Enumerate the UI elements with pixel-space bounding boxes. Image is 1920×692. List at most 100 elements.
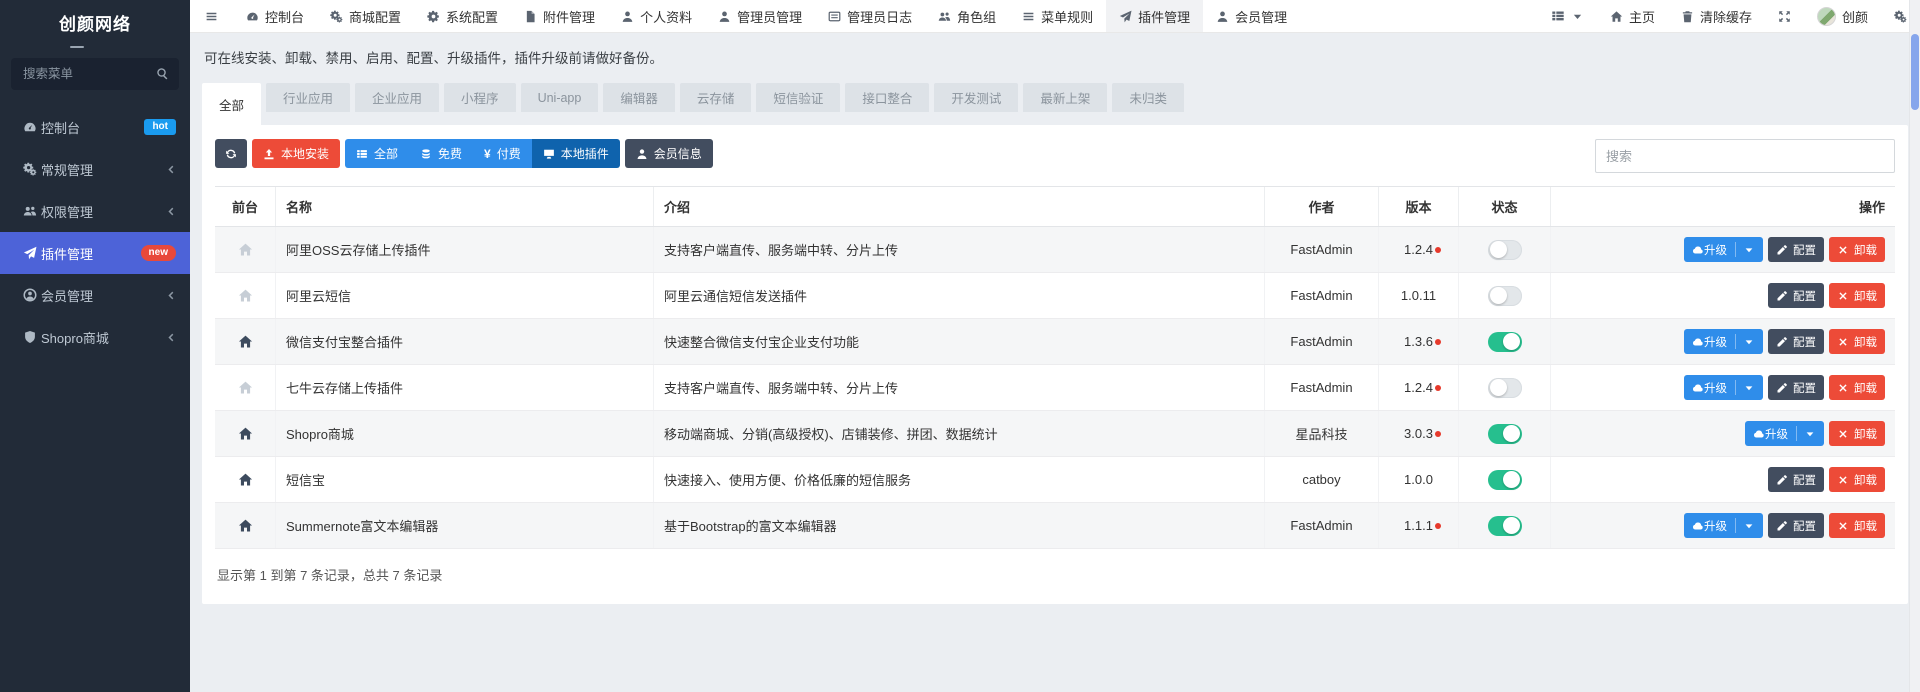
- sidebar-item-dashboard[interactable]: 控制台 hot: [0, 106, 190, 148]
- topnav-item-system-config[interactable]: 系统配置: [414, 0, 511, 32]
- tab-miniapp[interactable]: 小程序: [444, 83, 516, 112]
- topnav-item-mall-config[interactable]: 商城配置: [317, 0, 414, 32]
- tab-all[interactable]: 全部: [202, 83, 262, 125]
- toolbar: 本地安装 全部 免费 ¥ 付费 本地插件 会员信息 搜索: [215, 139, 1895, 173]
- frontend-home-icon[interactable]: [238, 242, 253, 257]
- table-row: Summernote富文本编辑器 基于Bootstrap的富文本编辑器 Fast…: [215, 503, 1895, 549]
- fullscreen-button[interactable]: [1765, 0, 1804, 32]
- tab-newest[interactable]: 最新上架: [1023, 83, 1108, 112]
- pencil-icon: [1776, 520, 1788, 532]
- filter-paid-button[interactable]: ¥ 付费: [473, 139, 532, 168]
- sidebar-item-auth[interactable]: 权限管理: [0, 190, 190, 232]
- topnav-item-admin-log[interactable]: 管理员日志: [815, 0, 925, 32]
- member-info-button[interactable]: 会员信息: [624, 139, 713, 168]
- table-row: 微信支付宝整合插件 快速整合微信支付宝企业支付功能 FastAdmin 1.3.…: [215, 319, 1895, 365]
- scrollbar-thumb[interactable]: [1911, 34, 1919, 110]
- sidebar-item-member[interactable]: 会员管理: [0, 274, 190, 316]
- config-button[interactable]: 配置: [1768, 375, 1824, 400]
- topnav-item-profile[interactable]: 个人资料: [608, 0, 705, 32]
- upgrade-button[interactable]: 升级: [1684, 329, 1763, 354]
- uninstall-button[interactable]: 卸载: [1829, 421, 1885, 446]
- sidebar-item-addon[interactable]: 插件管理 new: [0, 232, 190, 274]
- frontend-home-icon[interactable]: [238, 472, 253, 487]
- upgrade-button[interactable]: 升级: [1684, 237, 1763, 262]
- menu-search-input[interactable]: [11, 58, 179, 90]
- frontend-home-icon[interactable]: [238, 518, 253, 533]
- frontend-home-icon[interactable]: [238, 334, 253, 349]
- tab-dev-test[interactable]: 开发测试: [934, 83, 1019, 112]
- sidebar-toggle-button[interactable]: [190, 0, 233, 32]
- table-header: 前台 名称 介绍 作者 版本 状态 操作: [215, 187, 1895, 227]
- frontend-home-icon[interactable]: [238, 426, 253, 441]
- upgrade-button[interactable]: 升级: [1684, 513, 1763, 538]
- tab-industry[interactable]: 行业应用: [266, 83, 351, 112]
- caret-down-icon: [1743, 336, 1755, 348]
- config-button[interactable]: 配置: [1768, 329, 1824, 354]
- uninstall-button[interactable]: 卸载: [1829, 329, 1885, 354]
- local-install-button[interactable]: 本地安装: [252, 139, 341, 168]
- uninstall-button[interactable]: 卸载: [1829, 375, 1885, 400]
- status-toggle[interactable]: [1487, 285, 1522, 306]
- tab-enterprise[interactable]: 企业应用: [355, 83, 440, 112]
- topnav-item-dashboard[interactable]: 控制台: [233, 0, 317, 32]
- home-link[interactable]: 主页: [1597, 0, 1668, 32]
- frontend-home-icon[interactable]: [238, 288, 253, 303]
- cogs-icon: [19, 162, 41, 176]
- upgrade-label: 升级: [1765, 428, 1788, 441]
- status-toggle[interactable]: [1487, 423, 1522, 444]
- status-toggle[interactable]: [1487, 515, 1522, 536]
- tab-sms-verify[interactable]: 短信验证: [756, 83, 841, 112]
- uninstall-button[interactable]: 卸载: [1829, 283, 1885, 308]
- filter-free-button[interactable]: 免费: [409, 139, 474, 168]
- table-search-input[interactable]: [1595, 139, 1895, 173]
- upgrade-button[interactable]: 升级: [1684, 375, 1763, 400]
- user-icon: [1216, 10, 1229, 23]
- plugin-version: 1.1.1: [1404, 518, 1433, 533]
- status-toggle[interactable]: [1487, 469, 1522, 490]
- plugin-name: Shopro商城: [275, 411, 653, 456]
- topnav-label: 管理员日志: [847, 9, 913, 25]
- sidebar-item-general[interactable]: 常规管理: [0, 148, 190, 190]
- frontend-home-icon[interactable]: [238, 380, 253, 395]
- plugin-version: 1.2.4: [1404, 380, 1433, 395]
- topnav-item-attachment[interactable]: 附件管理: [511, 0, 608, 32]
- user-menu[interactable]: 创颜: [1804, 0, 1881, 32]
- refresh-button[interactable]: [215, 139, 247, 168]
- uninstall-button[interactable]: 卸载: [1829, 237, 1885, 262]
- topnav-item-addon[interactable]: 插件管理: [1106, 0, 1204, 32]
- clear-cache-button[interactable]: 清除缓存: [1668, 0, 1765, 32]
- tab-api[interactable]: 接口整合: [845, 83, 930, 112]
- uninstall-button[interactable]: 卸载: [1829, 467, 1885, 492]
- header-name: 名称: [275, 187, 653, 226]
- config-button[interactable]: 配置: [1768, 237, 1824, 262]
- config-button[interactable]: 配置: [1768, 467, 1824, 492]
- sidebar-item-shopro[interactable]: Shopro商城: [0, 316, 190, 358]
- status-toggle[interactable]: [1487, 239, 1522, 260]
- tab-cloud-storage[interactable]: 云存储: [679, 83, 752, 112]
- plugin-intro: 阿里云通信短信发送插件: [653, 273, 1264, 318]
- tab-editor[interactable]: 编辑器: [603, 83, 675, 112]
- close-icon: [1837, 474, 1849, 486]
- topnav-item-role-group[interactable]: 角色组: [925, 0, 1009, 32]
- scrollbar-track[interactable]: [1909, 0, 1920, 692]
- close-icon: [1837, 290, 1849, 302]
- tab-uncategorized[interactable]: 未归类: [1112, 83, 1184, 112]
- config-label: 配置: [1793, 382, 1816, 395]
- topbar: 控制台 商城配置 系统配置 附件管理 个人资料 管理员管理 管理员日志 角色组: [190, 0, 1920, 33]
- config-button[interactable]: 配置: [1768, 513, 1824, 538]
- uninstall-button[interactable]: 卸载: [1829, 513, 1885, 538]
- upgrade-button[interactable]: 升级: [1745, 421, 1824, 446]
- tab-uniapp[interactable]: Uni-app: [520, 83, 599, 112]
- free-icon: [420, 148, 432, 160]
- tabs-dropdown-button[interactable]: [1538, 0, 1597, 32]
- filter-local-button[interactable]: 本地插件: [531, 139, 620, 168]
- status-toggle[interactable]: [1487, 331, 1522, 352]
- status-toggle[interactable]: [1487, 377, 1522, 398]
- filter-all-button[interactable]: 全部: [345, 139, 410, 168]
- uninstall-label: 卸载: [1854, 336, 1877, 349]
- cloud-icon: [1692, 520, 1704, 532]
- config-button[interactable]: 配置: [1768, 283, 1824, 308]
- topnav-item-menu-rule[interactable]: 菜单规则: [1009, 0, 1106, 32]
- topnav-item-admin[interactable]: 管理员管理: [705, 0, 815, 32]
- topnav-item-member[interactable]: 会员管理: [1203, 0, 1300, 32]
